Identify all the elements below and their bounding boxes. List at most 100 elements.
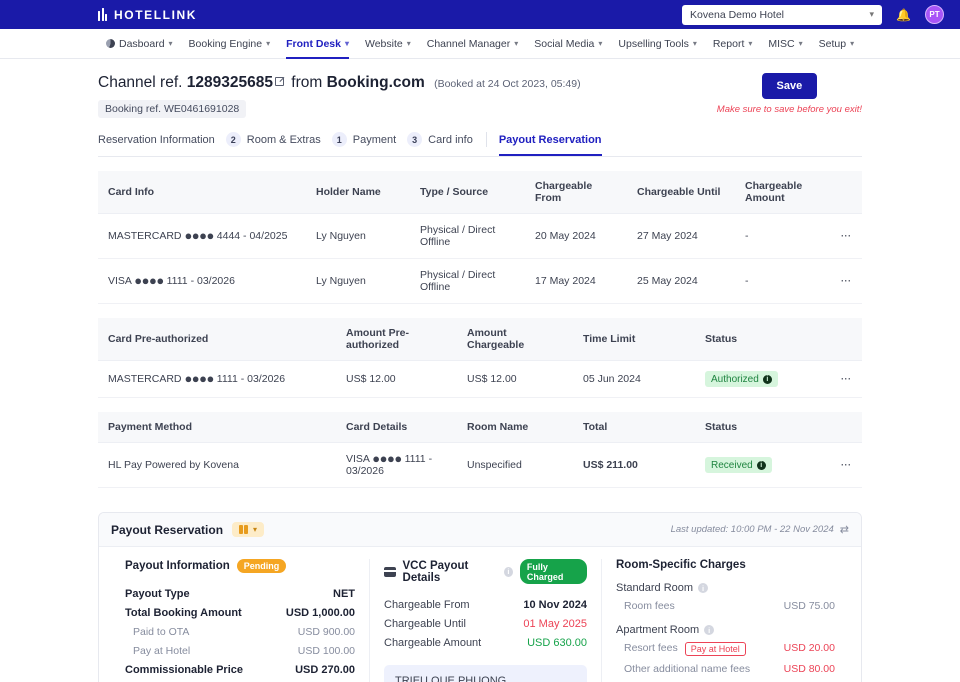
table-row[interactable]: MASTERCARD ●●●● 4444 - 04/2025 Ly Nguyen… (98, 213, 862, 259)
menu-item-setup[interactable]: Setup ▾ (811, 29, 862, 59)
menu-item-social-media[interactable]: Social Media ▾ (526, 29, 610, 59)
menu-item-misc[interactable]: MISC ▾ (760, 29, 810, 59)
cell-amount-preauthorized: US$ 12.00 (336, 360, 457, 398)
row-payout-type: Payout Type NET (125, 584, 355, 603)
row-actions-button[interactable]: ⋯ (830, 360, 862, 398)
menu-label: Front Desk (286, 37, 341, 50)
table-row[interactable]: HL Pay Powered by Kovena VISA ●●●● 1111 … (98, 442, 862, 488)
charge-value: USD 20.00 (783, 641, 835, 654)
status-label: Authorized (711, 373, 759, 385)
header-save-area: Save Make sure to save before you exit! (717, 73, 862, 115)
col-holder-name: Holder Name (306, 171, 410, 214)
row-actions-button[interactable]: ⋯ (830, 258, 862, 304)
menu-item-website[interactable]: Website ▾ (357, 29, 419, 59)
menu-item-channel-manager[interactable]: Channel Manager ▾ (419, 29, 527, 59)
info-icon[interactable]: i (756, 460, 766, 470)
chevron-down-icon: ▾ (869, 9, 875, 19)
payout-card-title: Payout Reservation (111, 522, 224, 537)
chevron-down-icon: ▾ (850, 39, 855, 48)
tab-payout-reservation[interactable]: Payout Reservation (498, 133, 613, 156)
hotel-selector-value: Kovena Demo Hotel (690, 8, 785, 21)
last-updated-area: Last updated: 10:00 PM - 22 Nov 2024 ⇄ (671, 523, 849, 536)
payout-information-title: Payout Information Pending (125, 559, 355, 573)
tab-badge-count: 2 (225, 132, 241, 147)
menu-item-booking-engine[interactable]: Booking Engine ▾ (181, 29, 279, 59)
col-card-info: Card Info (98, 171, 306, 214)
row-value: 10 Nov 2024 (523, 598, 587, 611)
cell-card-info: MASTERCARD ●●●● 4444 - 04/2025 (98, 213, 306, 259)
menu-label: Booking Engine (188, 37, 263, 50)
row-chargeable-amount: Chargeable Amount USD 630.00 (384, 633, 587, 652)
row-chargeable-from: Chargeable From 10 Nov 2024 (384, 595, 587, 614)
row-label: Payout Type (125, 587, 190, 600)
card-brand: MASTERCARD (108, 373, 182, 385)
from-label: from (291, 74, 323, 91)
row-label: Paid to OTA (133, 625, 190, 638)
tab-card-info[interactable]: 3 Card info (407, 132, 484, 156)
col-actions (830, 171, 862, 214)
row-value: USD 630.00 (527, 636, 587, 649)
chevron-down-icon: ▾ (253, 525, 258, 534)
info-icon[interactable]: i (698, 583, 709, 593)
menu-item-front-desk[interactable]: Front Desk ▾ (278, 29, 357, 59)
menu-item-report[interactable]: Report ▾ (705, 29, 761, 59)
save-button-top[interactable]: Save (761, 73, 818, 99)
chevron-down-icon: ▾ (798, 39, 803, 48)
card-mask-dots: ●●●● (372, 451, 402, 466)
col-time-limit: Time Limit (573, 318, 695, 361)
hotel-selector[interactable]: Kovena Demo Hotel ▾ (682, 4, 883, 25)
chevron-down-icon: ▾ (598, 39, 603, 48)
external-link-icon[interactable] (274, 77, 284, 86)
table-header-row: Card Info Holder Name Type / Source Char… (98, 171, 862, 214)
tab-badge-count: 3 (407, 132, 423, 147)
room-group-apartment-room: Apartment Room i (616, 624, 835, 636)
card-info-table: Card Info Holder Name Type / Source Char… (98, 171, 862, 304)
col-payment-method: Payment Method (98, 412, 336, 443)
info-icon[interactable]: i (504, 566, 513, 577)
row-actions-button[interactable]: ⋯ (830, 442, 862, 488)
col-total: Total (573, 412, 695, 443)
row-value: 01 May 2025 (523, 617, 587, 630)
avatar[interactable]: PT (925, 5, 944, 24)
cell-time-limit: 05 Jun 2024 (573, 360, 695, 398)
col-actions (830, 318, 862, 361)
bell-icon[interactable]: 🔔 (896, 9, 911, 21)
row-label: Commissionable Price (125, 663, 243, 676)
chevron-down-icon: ▾ (168, 39, 173, 48)
row-actions-button[interactable]: ⋯ (830, 213, 862, 259)
table-row[interactable]: VISA ●●●● 1111 - 03/2026 Ly Nguyen Physi… (98, 258, 862, 304)
tab-reservation-information[interactable]: Reservation Information (98, 134, 226, 155)
row-total-booking-amount: Total Booking Amount USD 1,000.00 (125, 603, 355, 622)
pending-status-badge: Pending (236, 559, 287, 573)
vcc-cardholder-name: TRIEU QUE PHUONG (395, 675, 507, 682)
card-mask-dots: ●●●● (184, 371, 214, 386)
brand-name: HOTELLINK (114, 7, 198, 22)
tab-room-extras[interactable]: 2 Room & Extras (225, 132, 332, 156)
menu-item-dasboard[interactable]: Dasboard ▾ (98, 29, 181, 59)
tab-payment[interactable]: 1 Payment (331, 132, 407, 156)
col-card-details: Card Details (336, 412, 457, 443)
col-status: Status (695, 412, 831, 443)
charge-row-resort-fees: Resort fees Pay at Hotel USD 20.00 (616, 638, 835, 659)
menu-item-upselling-tools[interactable]: Upselling Tools ▾ (610, 29, 704, 59)
row-value: USD 100.00 (297, 644, 355, 657)
chevron-down-icon: ▾ (266, 39, 271, 48)
cell-holder-name: Ly Nguyen (306, 213, 410, 259)
payout-reservation-card: Payout Reservation ▾ Last updated: 10:00… (98, 512, 862, 682)
payout-guide-button[interactable]: ▾ (232, 522, 265, 537)
save-warning-text: Make sure to save before you exit! (716, 104, 862, 115)
hotellink-logo-icon (98, 8, 107, 21)
info-icon[interactable]: i (704, 625, 715, 635)
card-mask-dots: ●●●● (184, 228, 214, 243)
status-label: Received (711, 459, 753, 471)
info-icon[interactable]: i (762, 374, 772, 384)
refresh-icon[interactable]: ⇄ (840, 523, 849, 536)
tab-label: Room & Extras (246, 133, 321, 146)
payout-panels: Payout Information Pending Payout Type N… (99, 547, 861, 682)
cell-type-source: Physical / Direct Offline (410, 213, 525, 259)
table-row[interactable]: MASTERCARD ●●●● 1111 - 03/2026 US$ 12.00… (98, 360, 862, 398)
brand-logo[interactable]: HOTELLINK (98, 8, 197, 22)
payment-table: Payment Method Card Details Room Name To… (98, 412, 862, 488)
cell-chargeable-until: 25 May 2024 (627, 258, 735, 304)
tab-label: Payout Reservation (498, 133, 602, 146)
